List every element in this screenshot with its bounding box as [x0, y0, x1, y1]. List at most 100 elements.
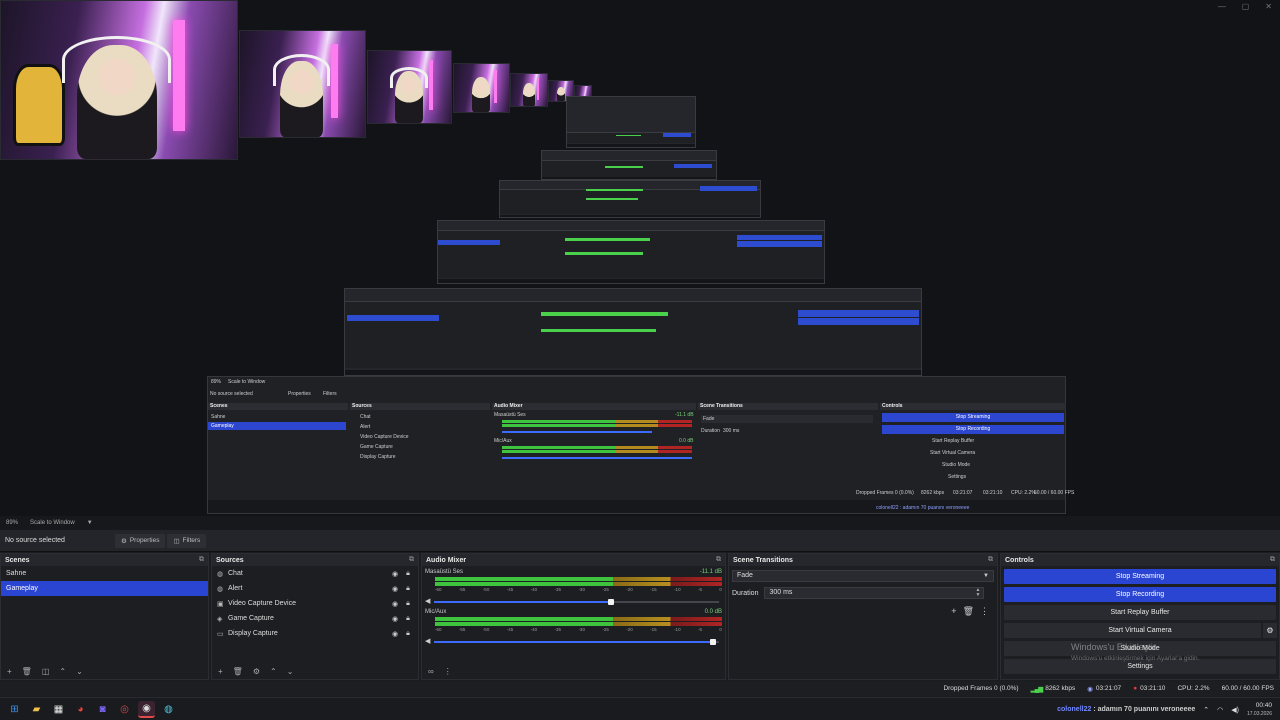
- nested-settings: Settings: [948, 474, 967, 480]
- eye-icon[interactable]: ◉: [390, 585, 400, 593]
- source-item-display-capture[interactable]: ▭ Display Capture ◉ 🔒︎: [212, 626, 418, 641]
- nested-source: Game Capture: [360, 444, 393, 450]
- windows-activation-watermark: Windows'u Etkinleştir Windows'u etkinleş…: [1071, 642, 1199, 664]
- trash-icon[interactable]: 🗑: [233, 667, 243, 676]
- audio-mixer-dock: Audio Mixer ⧉ Masaüstü Ses -11.1 dB -60-…: [421, 553, 726, 680]
- zoom-level[interactable]: 89%: [6, 520, 18, 526]
- scene-item-sahne[interactable]: Sahne: [1, 566, 208, 581]
- obs-icon[interactable]: ◉: [138, 700, 155, 718]
- stop-recording-button[interactable]: Stop Recording: [1004, 587, 1276, 602]
- lock-icon[interactable]: 🔒︎: [403, 600, 413, 608]
- close-icon[interactable]: ✕: [1265, 2, 1272, 11]
- spinner-icon[interactable]: ▲ ▼: [976, 588, 981, 598]
- dock-menu-icon[interactable]: ⧉: [716, 556, 721, 564]
- source-item-game-capture[interactable]: ◈ Game Capture ◉ 🔒︎: [212, 611, 418, 626]
- mixer-channel-desktop: Masaüstü Ses -11.1 dB -60 -55 -50 -45 -40 -35…: [422, 566, 725, 606]
- gear-icon[interactable]: ⚙: [253, 667, 260, 676]
- browser-icon[interactable]: ◍: [160, 701, 177, 718]
- signal-icon: ▂▄▆: [1030, 685, 1044, 693]
- speaker-icon[interactable]: ◀: [425, 637, 430, 645]
- mixer-toolbar: ∞ ⋮: [422, 663, 725, 679]
- lock-icon[interactable]: 🔒︎: [403, 615, 413, 623]
- eye-icon[interactable]: ◉: [390, 630, 400, 638]
- filter-icon[interactable]: ◫: [42, 667, 50, 676]
- add-icon[interactable]: +: [7, 667, 12, 676]
- chevron-down-icon[interactable]: ▼: [87, 520, 93, 526]
- eye-icon[interactable]: ◉: [390, 570, 400, 578]
- nested-obs-window: [541, 150, 717, 180]
- gear-icon: ⚙: [121, 537, 127, 545]
- nested-studio-mode: Studio Mode: [942, 462, 971, 468]
- store-icon[interactable]: ▦: [50, 701, 67, 718]
- trash-icon[interactable]: 🗑: [963, 606, 974, 617]
- chrome-icon[interactable]: ◕: [72, 701, 89, 718]
- camera-icon: ▣: [217, 600, 224, 608]
- sources-dock: Sources ⧉ ◍ Chat ◉ 🔒︎ ◍ Alert ◉ 🔒︎ ▣ Vid…: [211, 553, 419, 680]
- controls-title: Controls: [1005, 556, 1034, 564]
- volume-icon[interactable]: ◀): [1231, 706, 1239, 714]
- scene-transitions-dock: Scene Transitions ⧉ Fade ▼ Duration 300 …: [728, 553, 998, 680]
- volume-slider[interactable]: [434, 639, 719, 645]
- source-item-chat[interactable]: ◍ Chat ◉ 🔒︎: [212, 566, 418, 581]
- minimize-icon[interactable]: —: [1218, 2, 1226, 11]
- source-item-video-capture[interactable]: ▣ Video Capture Device ◉ 🔒︎: [212, 596, 418, 611]
- trash-icon[interactable]: 🗑: [22, 667, 32, 676]
- gear-icon[interactable]: ⚙: [1261, 623, 1277, 638]
- move-down-icon[interactable]: ⌄: [287, 667, 294, 676]
- dock-menu-icon[interactable]: ⧉: [199, 556, 204, 564]
- start-replay-buffer-button[interactable]: Start Replay Buffer: [1004, 605, 1276, 620]
- add-icon[interactable]: +: [951, 606, 956, 617]
- nested-fps: 60.00 / 60.00 FPS: [1034, 490, 1075, 496]
- browser-icon: ◍: [217, 570, 224, 578]
- transitions-header: Scene Transitions ⧉: [729, 554, 997, 566]
- properties-button[interactable]: ⚙ Properties: [115, 533, 166, 548]
- file-explorer-icon[interactable]: ▰: [28, 701, 45, 718]
- move-up-icon[interactable]: ⌃: [59, 667, 66, 676]
- channel-db: 0.0 dB: [704, 609, 722, 615]
- add-icon[interactable]: +: [218, 667, 223, 676]
- start-virtual-camera-button[interactable]: Start Virtual Camera: [1108, 627, 1171, 634]
- move-up-icon[interactable]: ⌃: [270, 667, 277, 676]
- link-icon[interactable]: ∞: [428, 667, 434, 676]
- filters-button[interactable]: ◫ Filters: [167, 533, 207, 548]
- bitrate-stat: ▂▄▆ 8262 kbps: [1031, 685, 1076, 693]
- duration-label: Duration: [732, 589, 759, 597]
- transition-select[interactable]: Fade ▼: [732, 570, 994, 582]
- dock-menu-icon[interactable]: ⧉: [1270, 556, 1275, 564]
- nested-scale: Scale to Window: [228, 379, 266, 385]
- lock-icon[interactable]: 🔒︎: [403, 570, 413, 578]
- source-item-alert[interactable]: ◍ Alert ◉ 🔒︎: [212, 581, 418, 596]
- nested-stop-streaming: Stop Streaming: [882, 413, 1064, 422]
- discord-icon[interactable]: ◙: [94, 701, 111, 718]
- duration-field[interactable]: 300 ms ▲ ▼: [764, 587, 985, 599]
- more-icon[interactable]: ⋮: [444, 667, 452, 676]
- stop-streaming-button[interactable]: Stop Streaming: [1004, 569, 1276, 584]
- rec-stat: ● 03:21:10: [1133, 685, 1165, 692]
- speaker-icon[interactable]: ◀: [425, 597, 430, 605]
- clock[interactable]: 00:40 17.03.2026: [1247, 702, 1272, 718]
- scenes-header: Scenes ⧉: [1, 554, 208, 566]
- more-icon[interactable]: ⋮: [980, 606, 989, 617]
- wifi-icon[interactable]: ◠: [1217, 706, 1223, 714]
- dock-menu-icon[interactable]: ⧉: [409, 556, 414, 564]
- duration-row: Duration 300 ms ▲ ▼: [732, 587, 994, 599]
- lock-icon[interactable]: 🔒︎: [403, 630, 413, 638]
- scale-mode[interactable]: Scale to Window: [30, 520, 75, 526]
- cpu-stat: CPU: 2.2%: [1177, 685, 1210, 692]
- status-bar: Dropped Frames 0 (0.0%) ▂▄▆ 8262 kbps ◉ …: [0, 681, 1280, 696]
- maximize-icon[interactable]: ▢: [1242, 2, 1250, 11]
- dock-menu-icon[interactable]: ⧉: [988, 556, 993, 564]
- app-icon[interactable]: ◎: [116, 701, 133, 718]
- source-label: Chat: [228, 570, 243, 577]
- lock-icon[interactable]: 🔒︎: [403, 585, 413, 593]
- nested-mixer-title: Audio Mixer: [492, 403, 696, 410]
- nested-sources-title: Sources: [350, 403, 490, 410]
- scene-item-gameplay[interactable]: Gameplay: [1, 581, 208, 596]
- eye-icon[interactable]: ◉: [390, 600, 400, 608]
- volume-slider[interactable]: [434, 599, 719, 605]
- chevron-up-icon[interactable]: ⌃: [1203, 706, 1209, 714]
- windows-start-icon[interactable]: ⊞: [6, 701, 23, 718]
- move-down-icon[interactable]: ⌄: [76, 667, 83, 676]
- stream-preview[interactable]: — ▢ ✕ 89% Scale to Window No source sele…: [0, 0, 1280, 516]
- eye-icon[interactable]: ◉: [390, 615, 400, 623]
